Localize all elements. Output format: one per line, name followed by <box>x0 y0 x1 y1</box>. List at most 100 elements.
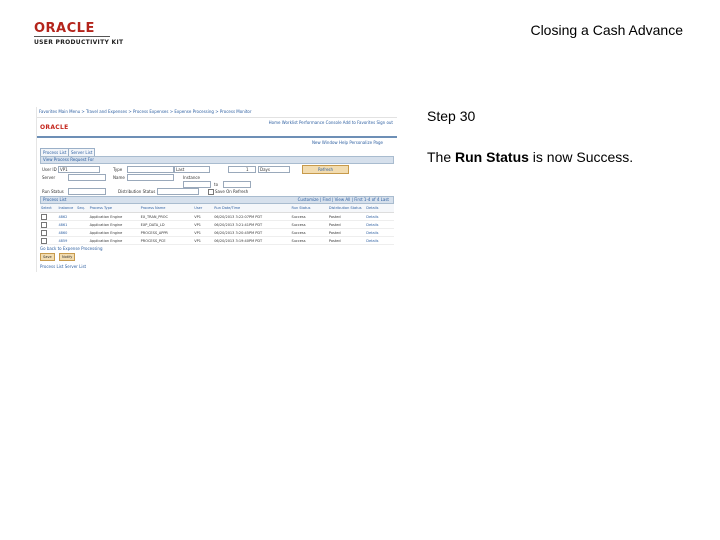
col-details: Details <box>365 204 394 213</box>
step-description: The Run Status is now Success. <box>427 149 633 165</box>
user-cell: VP1 <box>193 228 214 237</box>
go-back-link[interactable]: Go back to Expense Processing <box>40 246 103 251</box>
distribution-status-cell: Posted <box>327 228 366 237</box>
page-title: Closing a Cash Advance <box>530 22 683 38</box>
save-on-refresh-label: Save On Refresh <box>215 189 249 194</box>
refresh-button[interactable]: Refresh <box>302 165 349 174</box>
last-count-value: 1 <box>246 167 249 172</box>
instance-link[interactable]: 4862 <box>57 212 77 221</box>
process-monitor-screenshot: Favorites Main Menu > Travel and Expense… <box>36 107 397 272</box>
instance-link[interactable]: 4861 <box>57 220 77 229</box>
save-button[interactable]: Save <box>40 253 55 261</box>
table-row: 4861 Application Engine EXP_DATA_LD VP1 … <box>40 220 394 229</box>
process-list-header: Process List Customize | Find | View All… <box>40 196 394 204</box>
user-cell: VP1 <box>193 220 214 229</box>
table-row: 4860 Application Engine PROCESS_APPR VP1… <box>40 228 394 237</box>
tab-process-list[interactable]: Process List <box>40 148 70 156</box>
instance-from-field[interactable] <box>183 181 211 188</box>
desc-suffix: is now Success. <box>528 149 634 165</box>
instance-label: Instance <box>183 175 201 180</box>
col-seq: Seq. <box>76 204 89 213</box>
instance-link[interactable]: 4859 <box>57 236 77 245</box>
distribution-status-select[interactable] <box>157 188 199 195</box>
distribution-status-label: Distribution Status <box>118 189 156 194</box>
seq-cell <box>76 212 89 221</box>
details-link[interactable]: Details <box>365 220 394 229</box>
run-status-cell: Success <box>290 212 328 221</box>
col-instance: Instance <box>57 204 77 213</box>
step-number: Step 30 <box>427 108 476 124</box>
col-run-date-time: Run Date/Time <box>213 204 291 213</box>
user-id-value: VP1 <box>60 167 68 172</box>
instance-link[interactable]: 4860 <box>57 228 77 237</box>
server-select[interactable] <box>68 174 106 181</box>
details-link[interactable]: Details <box>365 212 394 221</box>
col-distribution-status: Distribution Status <box>327 204 366 213</box>
run-date-cell: 06/20/2013 3:19:40PM PDT <box>213 236 291 245</box>
user-id-label: User ID <box>42 167 57 172</box>
row-select-checkbox[interactable] <box>41 237 47 244</box>
process-name-cell: EXP_DATA_LD <box>139 220 194 229</box>
tab-server-list[interactable]: Server List <box>68 148 96 156</box>
process-type-cell: Application Engine <box>88 236 140 245</box>
process-list-nav[interactable]: Customize | Find | View All | First 1-4 … <box>298 197 389 203</box>
banner-logo: ORACLE <box>40 124 69 131</box>
save-on-refresh-checkbox[interactable] <box>208 189 214 195</box>
desc-field-name: Run Status <box>455 149 529 165</box>
run-status-cell: Success <box>290 220 328 229</box>
top-navigation: Favorites Main Menu > Travel and Expense… <box>37 107 397 118</box>
user-cell: VP1 <box>193 236 214 245</box>
seq-cell <box>76 220 89 229</box>
last-value: Last <box>176 167 185 172</box>
process-name-cell: EX_TRAN_PROC <box>139 212 194 221</box>
process-name-cell: PROCESS_PCE <box>139 236 194 245</box>
row-select-checkbox[interactable] <box>41 213 47 220</box>
notify-button[interactable]: Notify <box>59 253 76 261</box>
last-count-field[interactable] <box>228 166 256 173</box>
col-process-name: Process Name <box>139 204 194 213</box>
oracle-banner: ORACLE Home Worklist Performance Console… <box>37 118 397 138</box>
row-select-checkbox[interactable] <box>41 221 47 228</box>
run-status-cell: Success <box>290 228 328 237</box>
run-status-label: Run Status <box>42 189 64 194</box>
filter-form: User ID VP1 Type Last 1 Days Refresh Ser… <box>40 164 394 196</box>
seq-cell <box>76 236 89 245</box>
run-status-select[interactable] <box>68 188 106 195</box>
breadcrumb[interactable]: Favorites Main Menu > Travel and Expense… <box>39 109 252 114</box>
user-cell: VP1 <box>193 212 214 221</box>
col-run-status: Run Status <box>290 204 328 213</box>
logo-divider <box>34 36 110 37</box>
distribution-status-cell: Posted <box>327 236 366 245</box>
type-select[interactable] <box>127 166 174 173</box>
instance-to-field[interactable] <box>223 181 251 188</box>
logo-subtitle: USER PRODUCTIVITY KIT <box>34 39 124 46</box>
process-name-cell: PROCESS_APPR <box>139 228 194 237</box>
col-user: User <box>193 204 214 213</box>
logo-text: ORACLE <box>34 21 95 36</box>
run-status-cell: Success <box>290 236 328 245</box>
process-list: Process List Customize | Find | View All… <box>40 196 394 245</box>
distribution-status-cell: Posted <box>327 220 366 229</box>
banner-links[interactable]: Home Worklist Performance Console Add to… <box>269 120 393 125</box>
run-date-cell: 06/20/2013 3:21:41PM PDT <box>213 220 291 229</box>
run-date-cell: 06/20/2013 3:22:07PM PDT <box>213 212 291 221</box>
table-row: 4862 Application Engine EX_TRAN_PROC VP1… <box>40 212 394 221</box>
save-button-label: Save <box>43 255 52 259</box>
instance-to-label: to <box>214 182 219 187</box>
run-date-cell: 06/20/2013 3:20:45PM PDT <box>213 228 291 237</box>
sub-links-bar: New Window Help Personalize Page <box>37 138 397 146</box>
details-link[interactable]: Details <box>365 228 394 237</box>
name-field[interactable] <box>127 174 174 181</box>
process-table: Select Instance Seq. Process Type Proces… <box>40 204 394 245</box>
notify-button-label: Notify <box>62 255 73 259</box>
days-value: Days <box>260 167 270 172</box>
row-select-checkbox[interactable] <box>41 229 47 236</box>
details-link[interactable]: Details <box>365 236 394 245</box>
oracle-upk-logo: ORACLE USER PRODUCTIVITY KIT <box>34 22 124 46</box>
sub-links[interactable]: New Window Help Personalize Page <box>312 140 383 145</box>
desc-prefix: The <box>427 149 456 165</box>
type-label: Type <box>113 167 123 172</box>
bottom-tab-links[interactable]: Process List Server List <box>40 264 86 269</box>
process-list-title: Process List <box>43 197 67 202</box>
server-label: Server <box>42 175 56 180</box>
